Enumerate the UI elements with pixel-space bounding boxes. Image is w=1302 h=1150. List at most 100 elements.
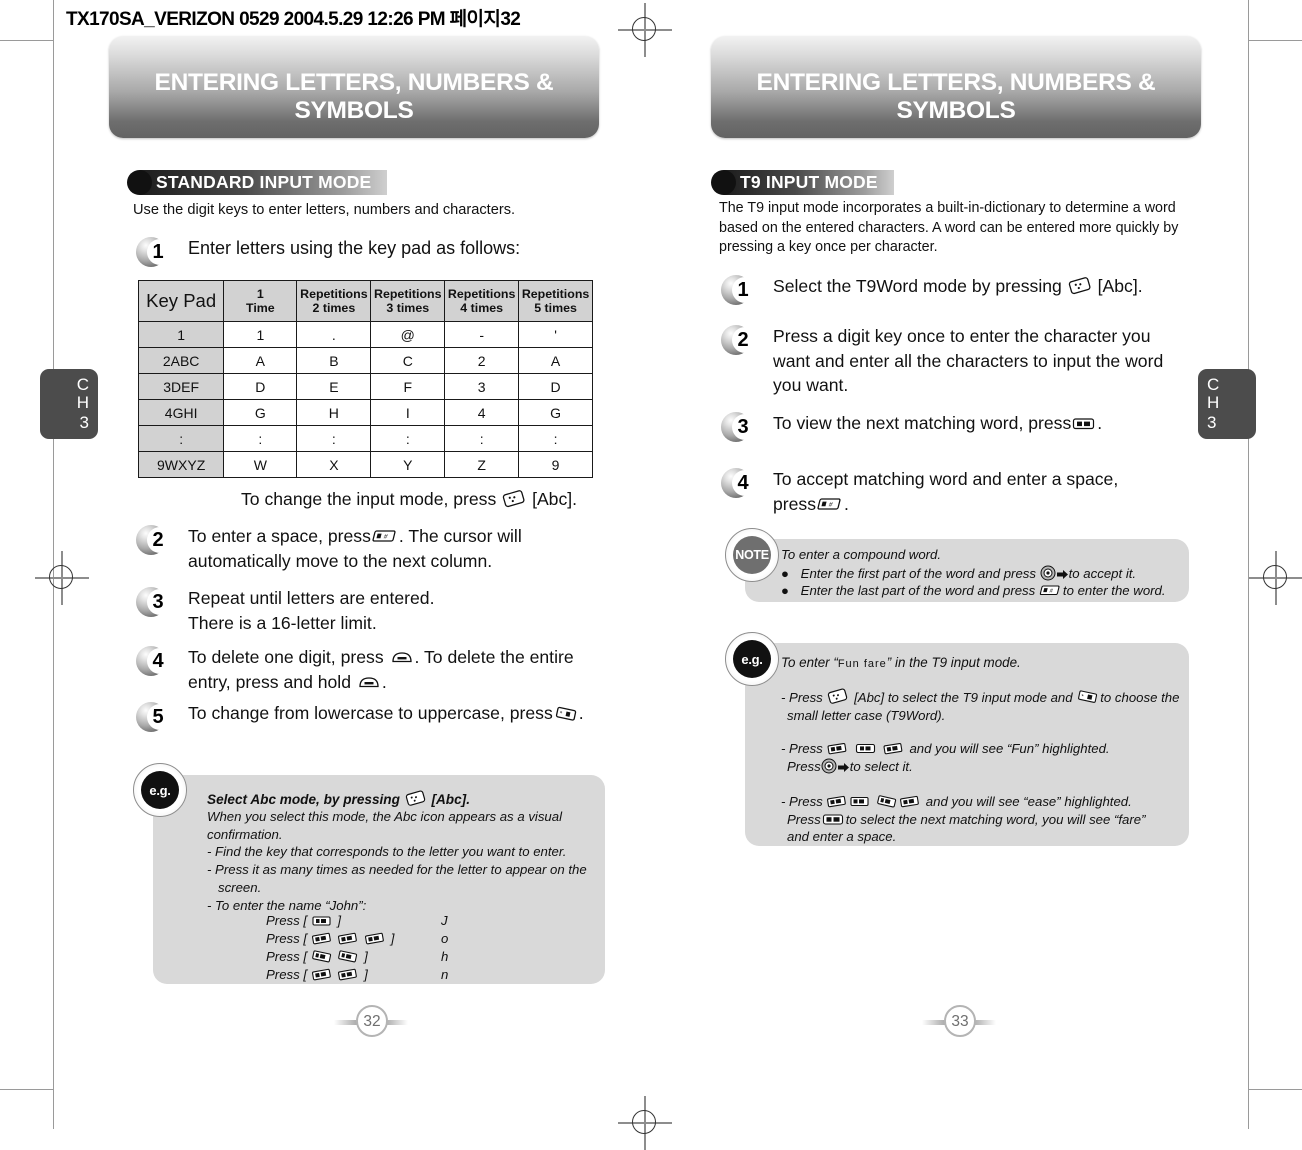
page-number-value: 33 bbox=[944, 1005, 976, 1037]
note-bullet-text-b: to accept it. bbox=[1068, 566, 1137, 581]
eg-para3-d: to select the next matching word, you wi… bbox=[845, 811, 1146, 827]
step-text-post: . bbox=[381, 671, 387, 692]
space-key-icon: # bbox=[371, 528, 399, 545]
eg-badge-inner: e.g. bbox=[141, 771, 179, 809]
section-bar-label: T9 INPUT MODE bbox=[740, 172, 878, 192]
step-badge: 2 bbox=[136, 525, 173, 555]
left-eg-badge: e.g. bbox=[133, 763, 187, 817]
key-6-icon bbox=[311, 931, 334, 946]
note-bullet: ● Enter the last part of the word and pr… bbox=[781, 583, 1166, 598]
zero-next-key-icon bbox=[821, 812, 846, 827]
table-row: 2ABC A B C 2 A bbox=[137, 347, 593, 374]
eg-para-1: - Press [Abc] to select the T9 input mod… bbox=[781, 687, 1181, 724]
chapter-letter-h: H bbox=[1207, 393, 1220, 412]
step-badge: 3 bbox=[721, 412, 758, 442]
step-badge: 4 bbox=[721, 468, 758, 498]
step-badge: 1 bbox=[721, 275, 758, 305]
page-number-value: 32 bbox=[356, 1005, 388, 1037]
key-6-icon bbox=[337, 931, 360, 946]
step-text: To change the input mode, press [Abc]. bbox=[241, 487, 577, 512]
key-2-icon bbox=[849, 794, 872, 809]
step-badge: 2 bbox=[721, 325, 758, 355]
eg-line: screen. bbox=[207, 879, 262, 895]
key-6-icon bbox=[882, 741, 906, 756]
eg-para1-b: [Abc] to select the T9 input mode and bbox=[854, 690, 1073, 705]
abc-key-icon bbox=[404, 789, 428, 807]
cut-line-top-left bbox=[0, 40, 53, 41]
eg-para2-d: to select it. bbox=[849, 758, 913, 774]
abc-key-icon bbox=[826, 687, 850, 705]
john-result: n bbox=[441, 967, 449, 982]
key-6-icon bbox=[337, 967, 360, 982]
note-badge-label: NOTE bbox=[735, 548, 769, 562]
t9-mode-intro: The T9 input mode incorporates a built-i… bbox=[719, 200, 1179, 255]
step-text: To view the next matching word, press. bbox=[773, 411, 1102, 436]
eg-line: - Press it as many times as needed for t… bbox=[207, 862, 587, 878]
eg-badge-label: e.g. bbox=[149, 782, 171, 798]
eg-para1-d: small letter case (T9Word). bbox=[787, 707, 946, 723]
chapter-letter-c: C bbox=[76, 375, 89, 394]
left-page-banner-title: ENTERING LETTERS, NUMBERS & SYMBOLS bbox=[154, 69, 554, 124]
eg-badge-label: e.g. bbox=[741, 651, 763, 667]
step-text-post: [Abc]. bbox=[532, 489, 578, 509]
eg-body-lines: When you select this mode, the Abc icon … bbox=[207, 808, 599, 914]
standard-mode-intro: Use the digit keys to enter letters, num… bbox=[133, 202, 516, 218]
cut-line-bottom-right bbox=[1249, 1089, 1302, 1090]
ok-center-key-icon bbox=[821, 758, 837, 774]
space-key-icon: # bbox=[816, 496, 844, 513]
key-6-icon bbox=[364, 931, 387, 946]
eg-line: confirmation. bbox=[207, 826, 283, 842]
step-text: To change from lowercase to uppercase, p… bbox=[188, 701, 584, 726]
step-text-pre: To change the input mode, press bbox=[241, 489, 497, 509]
page-number-left: 32 bbox=[334, 1003, 408, 1041]
bullet-dot-icon: ● bbox=[781, 566, 789, 581]
header-rep-5: Repetitions 5 times bbox=[518, 280, 593, 322]
chapter-number: 3 bbox=[1207, 413, 1217, 432]
step-text-pre: Select the T9Word mode by pressing bbox=[773, 276, 1062, 296]
eg-heading-pre: Select Abc mode, by pressing bbox=[207, 792, 400, 807]
john-row: Press [ ] n bbox=[266, 967, 448, 982]
close-bracket: ] bbox=[390, 931, 395, 946]
space-key-icon: # bbox=[1039, 583, 1063, 598]
table-row: 9WXYZ W X Y Z 9 bbox=[137, 451, 593, 478]
note-bullet: ● Enter the first part of the word and p… bbox=[781, 565, 1136, 581]
header-rep-4: Repetitions 4 times bbox=[444, 280, 520, 322]
eg-para2-b: and you will see “Fun” highlighted. bbox=[909, 741, 1110, 756]
key-4-icon bbox=[337, 949, 360, 964]
eg-line: When you select this mode, the Abc icon … bbox=[207, 809, 563, 824]
eg-para-3: - Press and you will see “ease” highligh… bbox=[781, 793, 1189, 846]
key-5-icon bbox=[311, 914, 334, 928]
step-badge: 3 bbox=[136, 587, 173, 617]
section-bullet-icon bbox=[711, 170, 736, 195]
key-7-icon bbox=[876, 794, 899, 809]
eg-para1-a: - Press bbox=[781, 690, 823, 705]
step-number: 3 bbox=[737, 416, 749, 438]
bullet-dot-icon: ● bbox=[781, 583, 789, 598]
key-4-icon bbox=[311, 949, 334, 964]
press-label: Press [ bbox=[266, 913, 308, 928]
eg-para3-e: and enter a space. bbox=[787, 829, 897, 844]
header-rep-3: Repetitions 3 times bbox=[370, 280, 446, 322]
right-eg-callout: To enter “Fun fare” in the T9 input mode… bbox=[745, 643, 1189, 846]
close-bracket: ] bbox=[364, 949, 368, 964]
note-callout: To enter a compound word. ● Enter the fi… bbox=[745, 539, 1189, 602]
step-number: 2 bbox=[737, 329, 749, 351]
eg-heading-post: [Abc]. bbox=[431, 792, 470, 807]
eg-title-post: ” in the T9 input mode. bbox=[886, 655, 1021, 670]
left-page: ENTERING LETTERS, NUMBERS & SYMBOLS STAN… bbox=[40, 0, 650, 1129]
step-badge: 4 bbox=[136, 646, 173, 676]
key-3-icon bbox=[899, 794, 922, 809]
right-page-banner-title: ENTERING LETTERS, NUMBERS & SYMBOLS bbox=[756, 69, 1156, 124]
ok-center-key-icon bbox=[1040, 565, 1056, 581]
eg-para3-c: Press bbox=[787, 811, 821, 827]
step-number: 1 bbox=[152, 241, 164, 263]
table-row: 4GHI G H I 4 G bbox=[137, 399, 593, 426]
step-number: 4 bbox=[152, 650, 164, 672]
table-row: 1 1. @ - ' bbox=[137, 321, 593, 348]
step-number: 1 bbox=[737, 279, 749, 301]
step-text: Enter letters using the key pad as follo… bbox=[188, 238, 521, 258]
step-number: 4 bbox=[737, 472, 749, 494]
press-label: Press [ bbox=[266, 931, 308, 946]
eg-line: - To enter the name “John”: bbox=[207, 897, 367, 913]
star-key-icon: * bbox=[1076, 689, 1100, 705]
